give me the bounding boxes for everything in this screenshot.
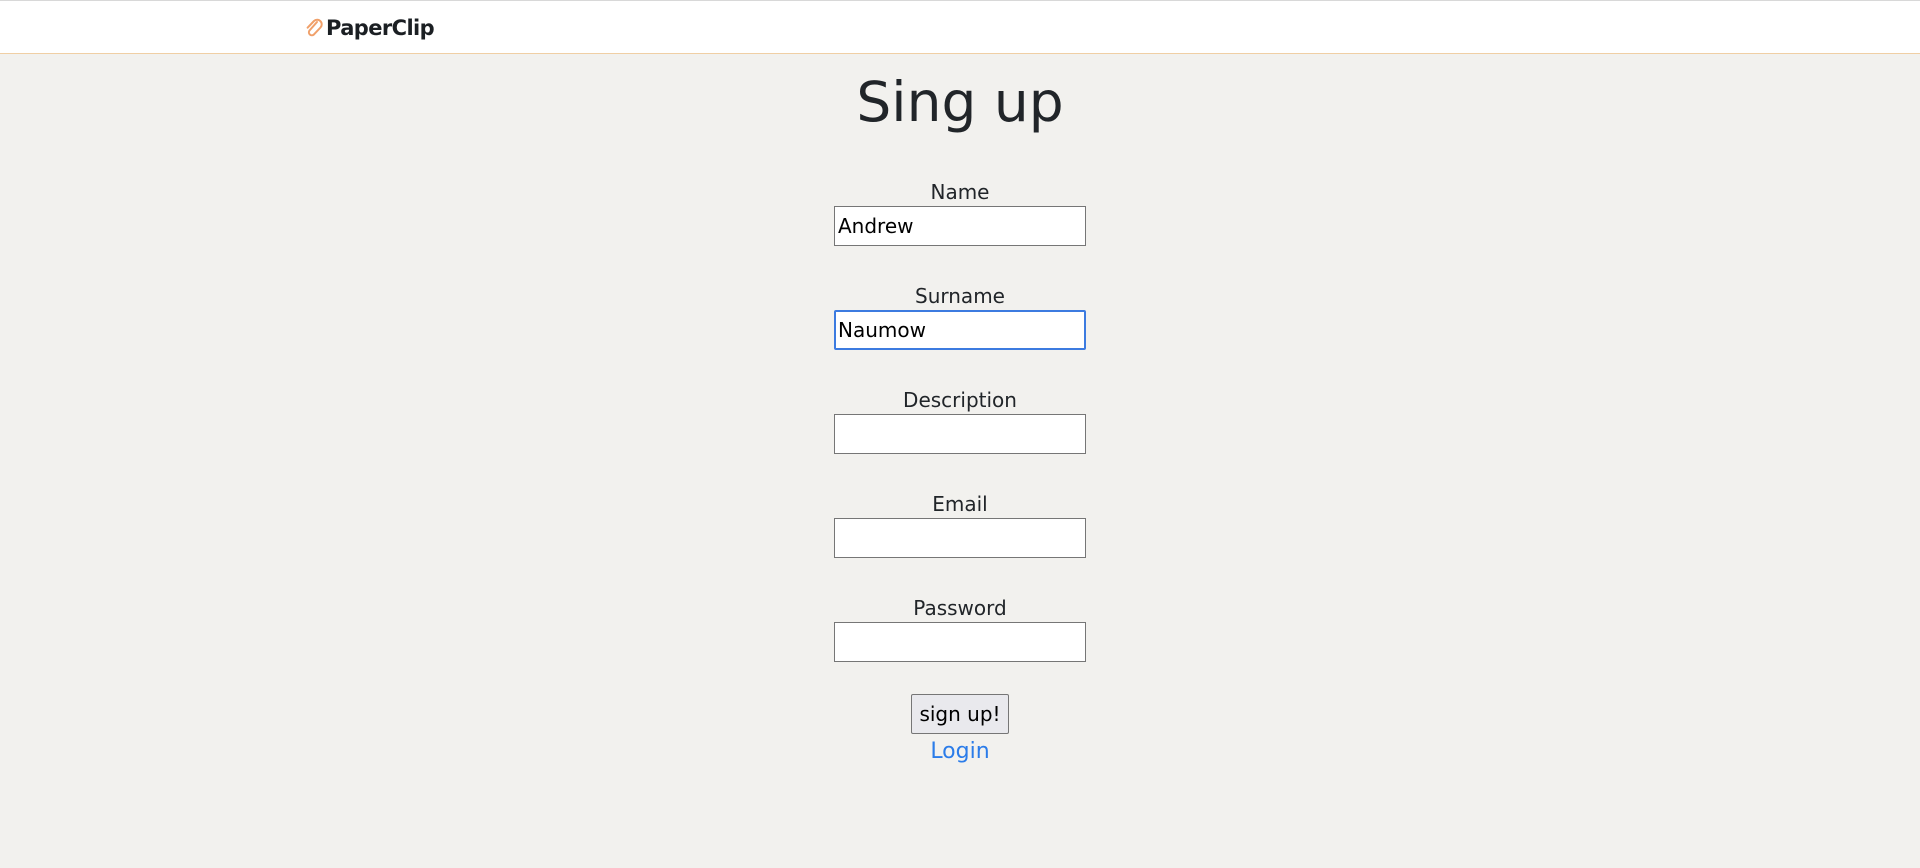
brand-name: PaperClip bbox=[326, 16, 435, 40]
description-field-group: Description bbox=[834, 388, 1086, 454]
email-label: Email bbox=[932, 492, 988, 516]
name-input[interactable] bbox=[834, 206, 1086, 246]
sign-up-button[interactable]: sign up! bbox=[911, 694, 1009, 734]
description-input[interactable] bbox=[834, 414, 1086, 454]
password-label: Password bbox=[913, 596, 1007, 620]
surname-input[interactable] bbox=[834, 310, 1086, 350]
description-label: Description bbox=[903, 388, 1017, 412]
name-field-group: Name bbox=[834, 180, 1086, 246]
login-link[interactable]: Login bbox=[930, 739, 989, 764]
top-navbar: PaperClip bbox=[0, 0, 1920, 54]
password-input[interactable] bbox=[834, 622, 1086, 662]
name-label: Name bbox=[930, 180, 990, 204]
email-field-group: Email bbox=[834, 492, 1086, 558]
page-title: Sing up bbox=[856, 70, 1064, 134]
surname-field-group: Surname bbox=[834, 284, 1086, 350]
password-field-group: Password bbox=[834, 596, 1086, 662]
brand-link[interactable]: PaperClip bbox=[304, 15, 435, 41]
email-input[interactable] bbox=[834, 518, 1086, 558]
login-link-container: Login bbox=[0, 738, 1920, 766]
surname-label: Surname bbox=[915, 284, 1005, 308]
paperclip-icon bbox=[304, 17, 324, 39]
